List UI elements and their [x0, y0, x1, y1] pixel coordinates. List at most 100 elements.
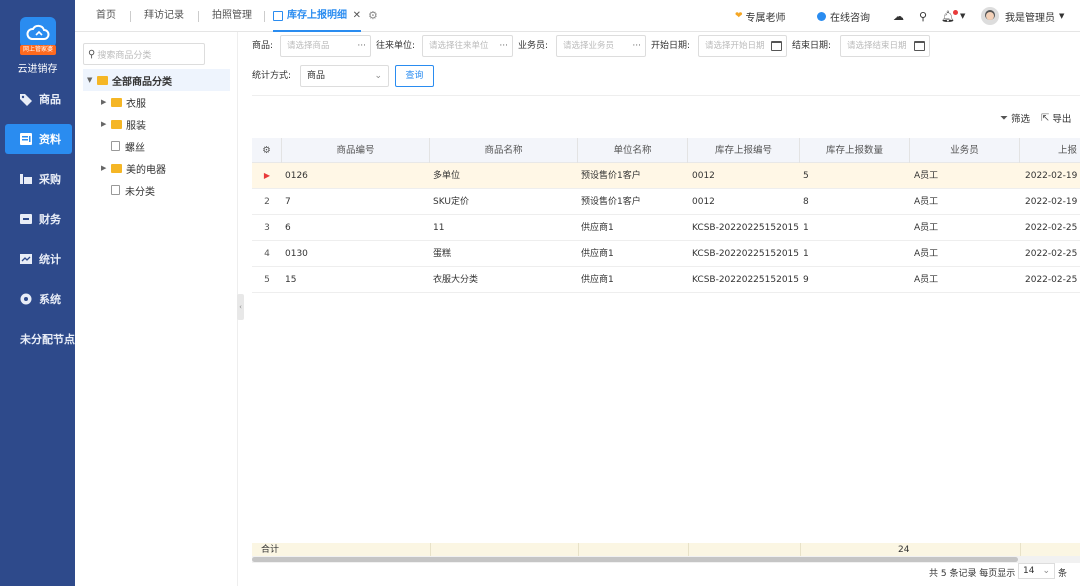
cloud-download-icon[interactable]: ☁: [893, 0, 904, 32]
chat-icon: [817, 11, 826, 21]
more-icon[interactable]: ···: [357, 36, 366, 56]
teacher-link[interactable]: ❤ 专属老师: [735, 0, 786, 32]
tab-inventory-report-detail[interactable]: 库存上报明细 ✕: [273, 0, 361, 32]
sidebar-item-data[interactable]: 资料: [5, 124, 72, 154]
tab-divider: [264, 11, 265, 22]
partner-field[interactable]: 请选择往来单位 ···: [422, 35, 513, 57]
tree-node-apparel[interactable]: ▶ 服装: [101, 113, 146, 135]
search-icon[interactable]: ⚲: [919, 0, 927, 32]
search-icon: ⚲: [88, 48, 96, 60]
table-row[interactable]: 5 15 衣服大分类 供应商1 KCSB-20220225152015 9 A员…: [252, 267, 1080, 293]
cell-report-no: KCSB-20220225152015: [692, 223, 799, 233]
column-header[interactable]: 库存上报编号: [688, 138, 800, 163]
tab-home[interactable]: 首页: [96, 0, 116, 32]
sidebar-item-label: 资料: [39, 133, 61, 146]
query-button[interactable]: 查询: [395, 65, 434, 87]
start-date-field[interactable]: 请选择开始日期: [698, 35, 787, 57]
sidebar-item-unassigned[interactable]: 未分配节点: [0, 324, 75, 354]
folder-icon: [111, 119, 122, 129]
document-icon: [18, 132, 33, 147]
column-header[interactable]: 业务员: [910, 138, 1020, 163]
cloud-logo-icon: [20, 17, 56, 48]
column-settings-icon[interactable]: ⚙: [252, 138, 282, 163]
table-header: ⚙ 商品编号 商品名称 单位名称 库存上报编号 库存上报数量 业务员 上报: [252, 138, 1080, 163]
table-row[interactable]: 4 0130 蛋糕 供应商1 KCSB-20220225152015 1 A员工…: [252, 241, 1080, 267]
cell-staff: A员工: [914, 223, 939, 233]
calendar-icon[interactable]: [914, 41, 925, 51]
more-icon[interactable]: ···: [632, 36, 641, 56]
export-button[interactable]: ⇱ 导出: [1041, 111, 1072, 126]
chart-icon: [18, 252, 33, 267]
column-header[interactable]: 库存上报数量: [800, 138, 910, 163]
sidebar-item-purchase[interactable]: 采购: [0, 164, 75, 194]
tree-node-uncategorized[interactable]: 未分类: [111, 179, 155, 201]
avatar: [981, 7, 999, 25]
sidebar-item-finance[interactable]: 财务: [0, 204, 75, 234]
column-header[interactable]: 单位名称: [578, 138, 688, 163]
consult-link[interactable]: 在线咨询: [817, 0, 870, 32]
row-number: 5: [264, 275, 270, 285]
more-icon[interactable]: ···: [499, 36, 508, 56]
tree-node-label: 美的电器: [126, 164, 166, 176]
category-search-input[interactable]: ⚲ 搜索商品分类: [83, 43, 205, 65]
app-logo[interactable]: 网上管家婆: [20, 17, 56, 57]
salesman-field[interactable]: 请选择业务员 ···: [556, 35, 646, 57]
chevron-down-icon: ⌄: [374, 71, 382, 81]
sidebar-item-label: 商品: [39, 93, 61, 106]
sidebar-item-label: 财务: [39, 213, 61, 226]
tree-node-screws[interactable]: 螺丝: [111, 135, 145, 157]
product-field[interactable]: 请选择商品 ···: [280, 35, 371, 57]
stat-method-value: 商品: [307, 71, 326, 81]
table-row[interactable]: 3 6 11 供应商1 KCSB-20220225152015 1 A员工 20…: [252, 215, 1080, 241]
collapse-panel-handle[interactable]: ‹: [237, 294, 244, 320]
gear-icon[interactable]: ⚙: [368, 0, 378, 32]
tree-root[interactable]: ▼ 全部商品分类: [83, 69, 230, 91]
end-date-field[interactable]: 请选择结束日期: [840, 35, 930, 57]
sidebar-item-goods[interactable]: 商品: [0, 84, 75, 114]
stat-method-select[interactable]: 商品 ⌄: [300, 65, 389, 87]
page-size-select[interactable]: 14 ⌄: [1018, 563, 1055, 579]
user-menu[interactable]: 我是管理员 ▼: [981, 0, 1064, 32]
funnel-icon: ⏷: [1000, 112, 1008, 124]
tag-icon: [18, 92, 33, 107]
app-name: 云进销存: [17, 64, 58, 75]
close-icon[interactable]: ✕: [353, 0, 361, 32]
cell-unit: 供应商1: [581, 275, 614, 285]
tree-node-midea[interactable]: ▶ 美的电器: [101, 157, 166, 179]
tree-node-clothes[interactable]: ▶ 衣服: [101, 91, 146, 113]
export-label: 导出: [1052, 114, 1072, 125]
table-row[interactable]: ▶ 0126 多单位 预设售价1客户 0012 5 A员工 2022-02-19: [252, 163, 1080, 189]
cell-qty: 9: [803, 275, 809, 285]
column-header[interactable]: 上报: [1020, 138, 1080, 163]
column-header[interactable]: 商品编号: [282, 138, 430, 163]
pager-unit: 条: [1058, 568, 1068, 579]
tab-photo-management[interactable]: 拍照管理: [212, 0, 252, 32]
row-number: 3: [264, 223, 270, 233]
table-icon: [273, 11, 283, 21]
calendar-icon[interactable]: [771, 41, 782, 51]
tab-divider: [130, 11, 131, 22]
filter-button[interactable]: ⏷ 筛选: [1000, 111, 1030, 126]
caret-down-icon: ▼: [87, 76, 93, 84]
tab-visit-records[interactable]: 拜访记录: [144, 0, 184, 32]
bell-icon[interactable]: 🔔︎ ▼: [941, 0, 965, 32]
product-placeholder: 请选择商品: [287, 41, 330, 51]
cell-qty: 8: [803, 197, 809, 207]
column-header[interactable]: 商品名称: [430, 138, 578, 163]
sidebar-item-system[interactable]: 系统: [0, 284, 75, 314]
cell-qty: 5: [803, 171, 809, 181]
current-row-marker-icon: ▶: [263, 171, 271, 180]
table-row[interactable]: 2 7 SKU定价 预设售价1客户 0012 8 A员工 2022-02-19: [252, 189, 1080, 215]
sidebar: 网上管家婆 云进销存 商品 资料 采购 财务 统计 系统 未分配节点: [0, 0, 75, 586]
chevron-down-icon: ▼: [1059, 12, 1065, 20]
total-qty: 24: [898, 545, 910, 555]
cell-unit: 预设售价1客户: [581, 171, 641, 181]
cell-code: 15: [285, 275, 297, 285]
tree-node-label: 螺丝: [125, 142, 145, 154]
horizontal-scrollbar-thumb[interactable]: [252, 557, 1018, 562]
sidebar-item-stats[interactable]: 统计: [0, 244, 75, 274]
cell-staff: A员工: [914, 171, 939, 181]
divider: [430, 543, 431, 557]
cell-date: 2022-02-19: [1025, 197, 1078, 207]
partner-label: 往来单位:: [376, 41, 416, 51]
